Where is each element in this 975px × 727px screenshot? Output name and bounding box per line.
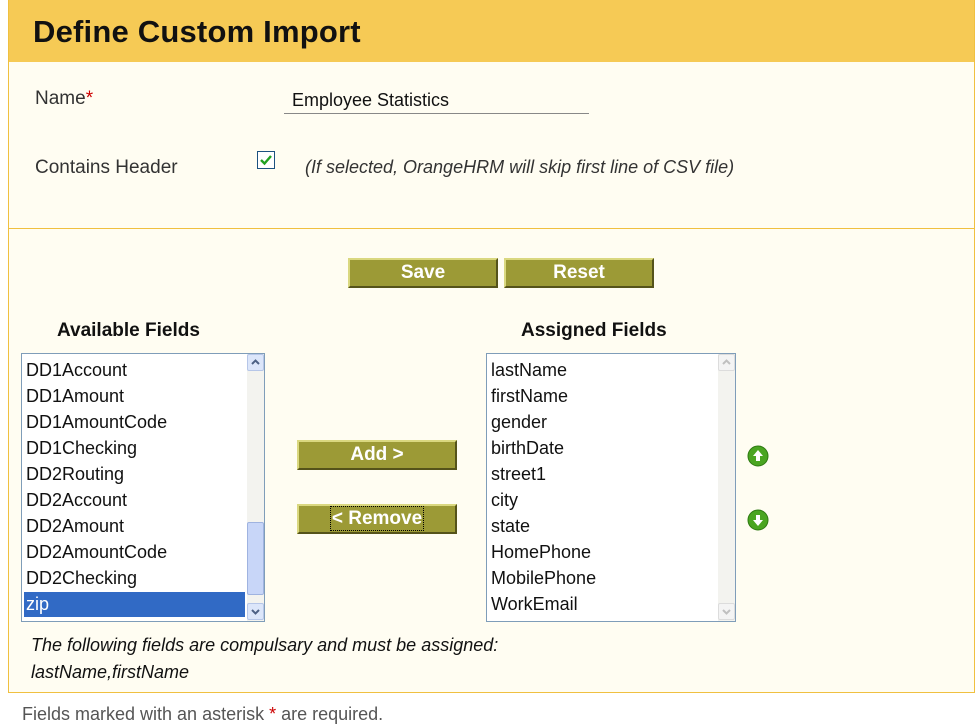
chevron-up-icon: [251, 359, 260, 365]
list-item[interactable]: DD1AmountCode: [24, 410, 245, 435]
list-item[interactable]: MobilePhone: [489, 566, 716, 591]
required-asterisk: *: [85, 88, 94, 109]
name-label: Name*: [35, 88, 93, 110]
footnote-text: Fields marked with an asterisk: [22, 704, 265, 724]
title-bar: Define Custom Import: [9, 0, 974, 62]
list-item[interactable]: DD1Checking: [24, 436, 245, 461]
page-title: Define Custom Import: [33, 14, 361, 49]
list-item[interactable]: DD1Amount: [24, 384, 245, 409]
list-item[interactable]: DD2Amount: [24, 514, 245, 539]
chevron-down-icon: [722, 609, 731, 615]
remove-button[interactable]: < Remove: [297, 504, 457, 534]
list-item[interactable]: DD1Account: [24, 358, 245, 383]
contains-header-hint: (If selected, OrangeHRM will skip first …: [305, 157, 735, 177]
save-button[interactable]: Save: [348, 258, 498, 288]
move-down-button[interactable]: [747, 509, 769, 536]
reset-button[interactable]: Reset: [504, 258, 654, 288]
list-item[interactable]: WorkEmail: [489, 592, 716, 617]
custom-import-panel: Define Custom Import Name* Employee Stat…: [8, 0, 975, 693]
scroll-down-button[interactable]: [247, 603, 264, 620]
list-item[interactable]: gender: [489, 410, 716, 435]
name-input[interactable]: Employee Statistics: [284, 86, 589, 114]
add-button[interactable]: Add >: [297, 440, 457, 470]
available-scrollbar[interactable]: [247, 354, 264, 621]
list-item[interactable]: DD2Routing: [24, 462, 245, 487]
name-label-text: Name: [35, 88, 86, 109]
scroll-up-button[interactable]: [718, 354, 735, 371]
chevron-up-icon: [722, 359, 731, 365]
arrow-up-icon: [747, 445, 769, 467]
chevron-down-icon: [251, 609, 260, 615]
assigned-scrollbar[interactable]: [718, 354, 735, 621]
scroll-down-button[interactable]: [718, 603, 735, 620]
contains-header-label: Contains Header: [35, 157, 178, 178]
assigned-fields-list[interactable]: lastName firstName gender birthDate street1 c…: [486, 353, 736, 622]
list-item[interactable]: birthDate: [489, 436, 716, 461]
list-item[interactable]: DD2Account: [24, 488, 245, 513]
compulsory-note: The following fields are compulsary and …: [31, 635, 499, 655]
list-item[interactable]: zip: [24, 592, 245, 617]
list-item[interactable]: DD2AmountCode: [24, 540, 245, 565]
list-item[interactable]: HomePhone: [489, 540, 716, 565]
list-item[interactable]: city: [489, 488, 716, 513]
list-item[interactable]: street1: [489, 462, 716, 487]
footnote-text-end: are required.: [276, 704, 384, 724]
available-fields-heading: Available Fields: [57, 320, 200, 341]
list-item[interactable]: lastName: [489, 358, 716, 383]
required-footnote: Fields marked with an asterisk * are req…: [22, 704, 383, 725]
scroll-up-button[interactable]: [247, 354, 264, 371]
checkmark-icon: [260, 155, 272, 166]
compulsory-fields: lastName,firstName: [31, 662, 190, 682]
scroll-thumb[interactable]: [247, 522, 264, 595]
list-item[interactable]: DD2Checking: [24, 566, 245, 591]
contains-header-checkbox[interactable]: [257, 151, 275, 169]
arrow-down-icon: [747, 509, 769, 531]
section-divider: [9, 228, 974, 229]
move-up-button[interactable]: [747, 445, 769, 472]
available-fields-list[interactable]: DD1Account DD1Amount DD1AmountCode DD1Check…: [21, 353, 265, 622]
list-item[interactable]: state: [489, 514, 716, 539]
list-item[interactable]: firstName: [489, 384, 716, 409]
assigned-fields-heading: Assigned Fields: [521, 320, 667, 341]
remove-button-label: < Remove: [329, 506, 425, 531]
